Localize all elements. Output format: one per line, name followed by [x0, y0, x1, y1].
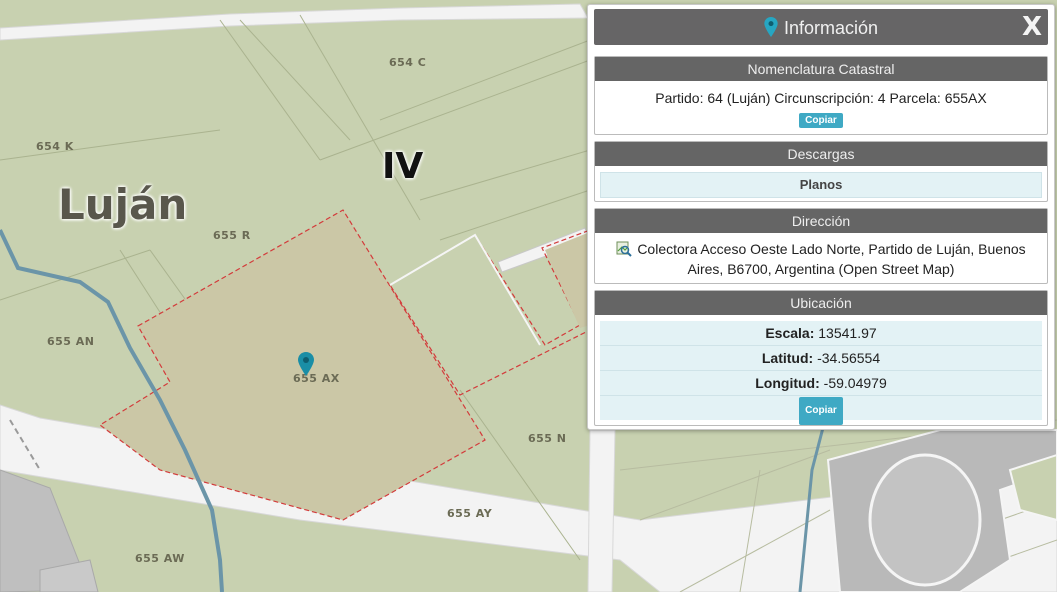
escala-label: Escala: [765, 325, 815, 341]
parcel-label[interactable]: 655 R [213, 229, 251, 242]
latitud-value: -34.56554 [817, 350, 881, 366]
panel-header: Información X [594, 9, 1048, 45]
circunscripcion-label: IV [382, 146, 424, 187]
info-panel: Información X Nomenclatura Catastral Par… [587, 4, 1055, 430]
panel-title: Información [594, 17, 1048, 39]
parcel-label[interactable]: 654 K [36, 140, 74, 153]
nomenclatura-text: Partido: 64 (Luján) Circunscripción: 4 P… [655, 90, 987, 106]
parcel-label[interactable]: 655 AN [47, 335, 95, 348]
map-search-icon[interactable] [616, 241, 633, 257]
direccion-section: Dirección Colectora Acceso Oeste Lado No… [594, 208, 1048, 284]
nomenclatura-section: Nomenclatura Catastral Partido: 64 (Lujá… [594, 56, 1048, 135]
descargas-heading: Descargas [595, 142, 1047, 166]
descargas-section: Descargas Planos [594, 141, 1048, 202]
escala-row: Escala: 13541.97 [600, 321, 1042, 346]
longitud-value: -59.04979 [823, 375, 887, 391]
ubicacion-heading: Ubicación [595, 291, 1047, 315]
parcel-label[interactable]: 655 AW [135, 552, 185, 565]
escala-value: 13541.97 [818, 325, 877, 341]
longitud-row: Longitud: -59.04979 [600, 371, 1042, 396]
close-button[interactable]: X [1022, 12, 1042, 42]
map-pin-icon[interactable] [298, 352, 314, 376]
panel-title-text: Información [783, 18, 879, 38]
copy-ubicacion-button[interactable]: Copiar [799, 397, 843, 425]
latitud-row: Latitud: -34.56554 [600, 346, 1042, 371]
latitud-label: Latitud: [761, 350, 814, 366]
direccion-text: Colectora Acceso Oeste Lado Norte, Parti… [637, 241, 1026, 277]
parcel-label[interactable]: 655 AY [447, 507, 492, 520]
ubicacion-section: Ubicación Escala: 13541.97 Latitud: -34.… [594, 290, 1048, 426]
parcel-label[interactable]: 654 C [389, 56, 426, 69]
planos-button[interactable]: Planos [600, 172, 1042, 198]
longitud-label: Longitud: [755, 375, 820, 391]
copy-nomenclatura-button[interactable]: Copiar [799, 113, 843, 128]
map-pin-icon [764, 17, 778, 37]
parcel-label[interactable]: 655 N [528, 432, 567, 445]
direccion-heading: Dirección [595, 209, 1047, 233]
nomenclatura-heading: Nomenclatura Catastral [595, 57, 1047, 81]
town-label: Luján [58, 180, 188, 229]
road-curve [587, 429, 616, 592]
